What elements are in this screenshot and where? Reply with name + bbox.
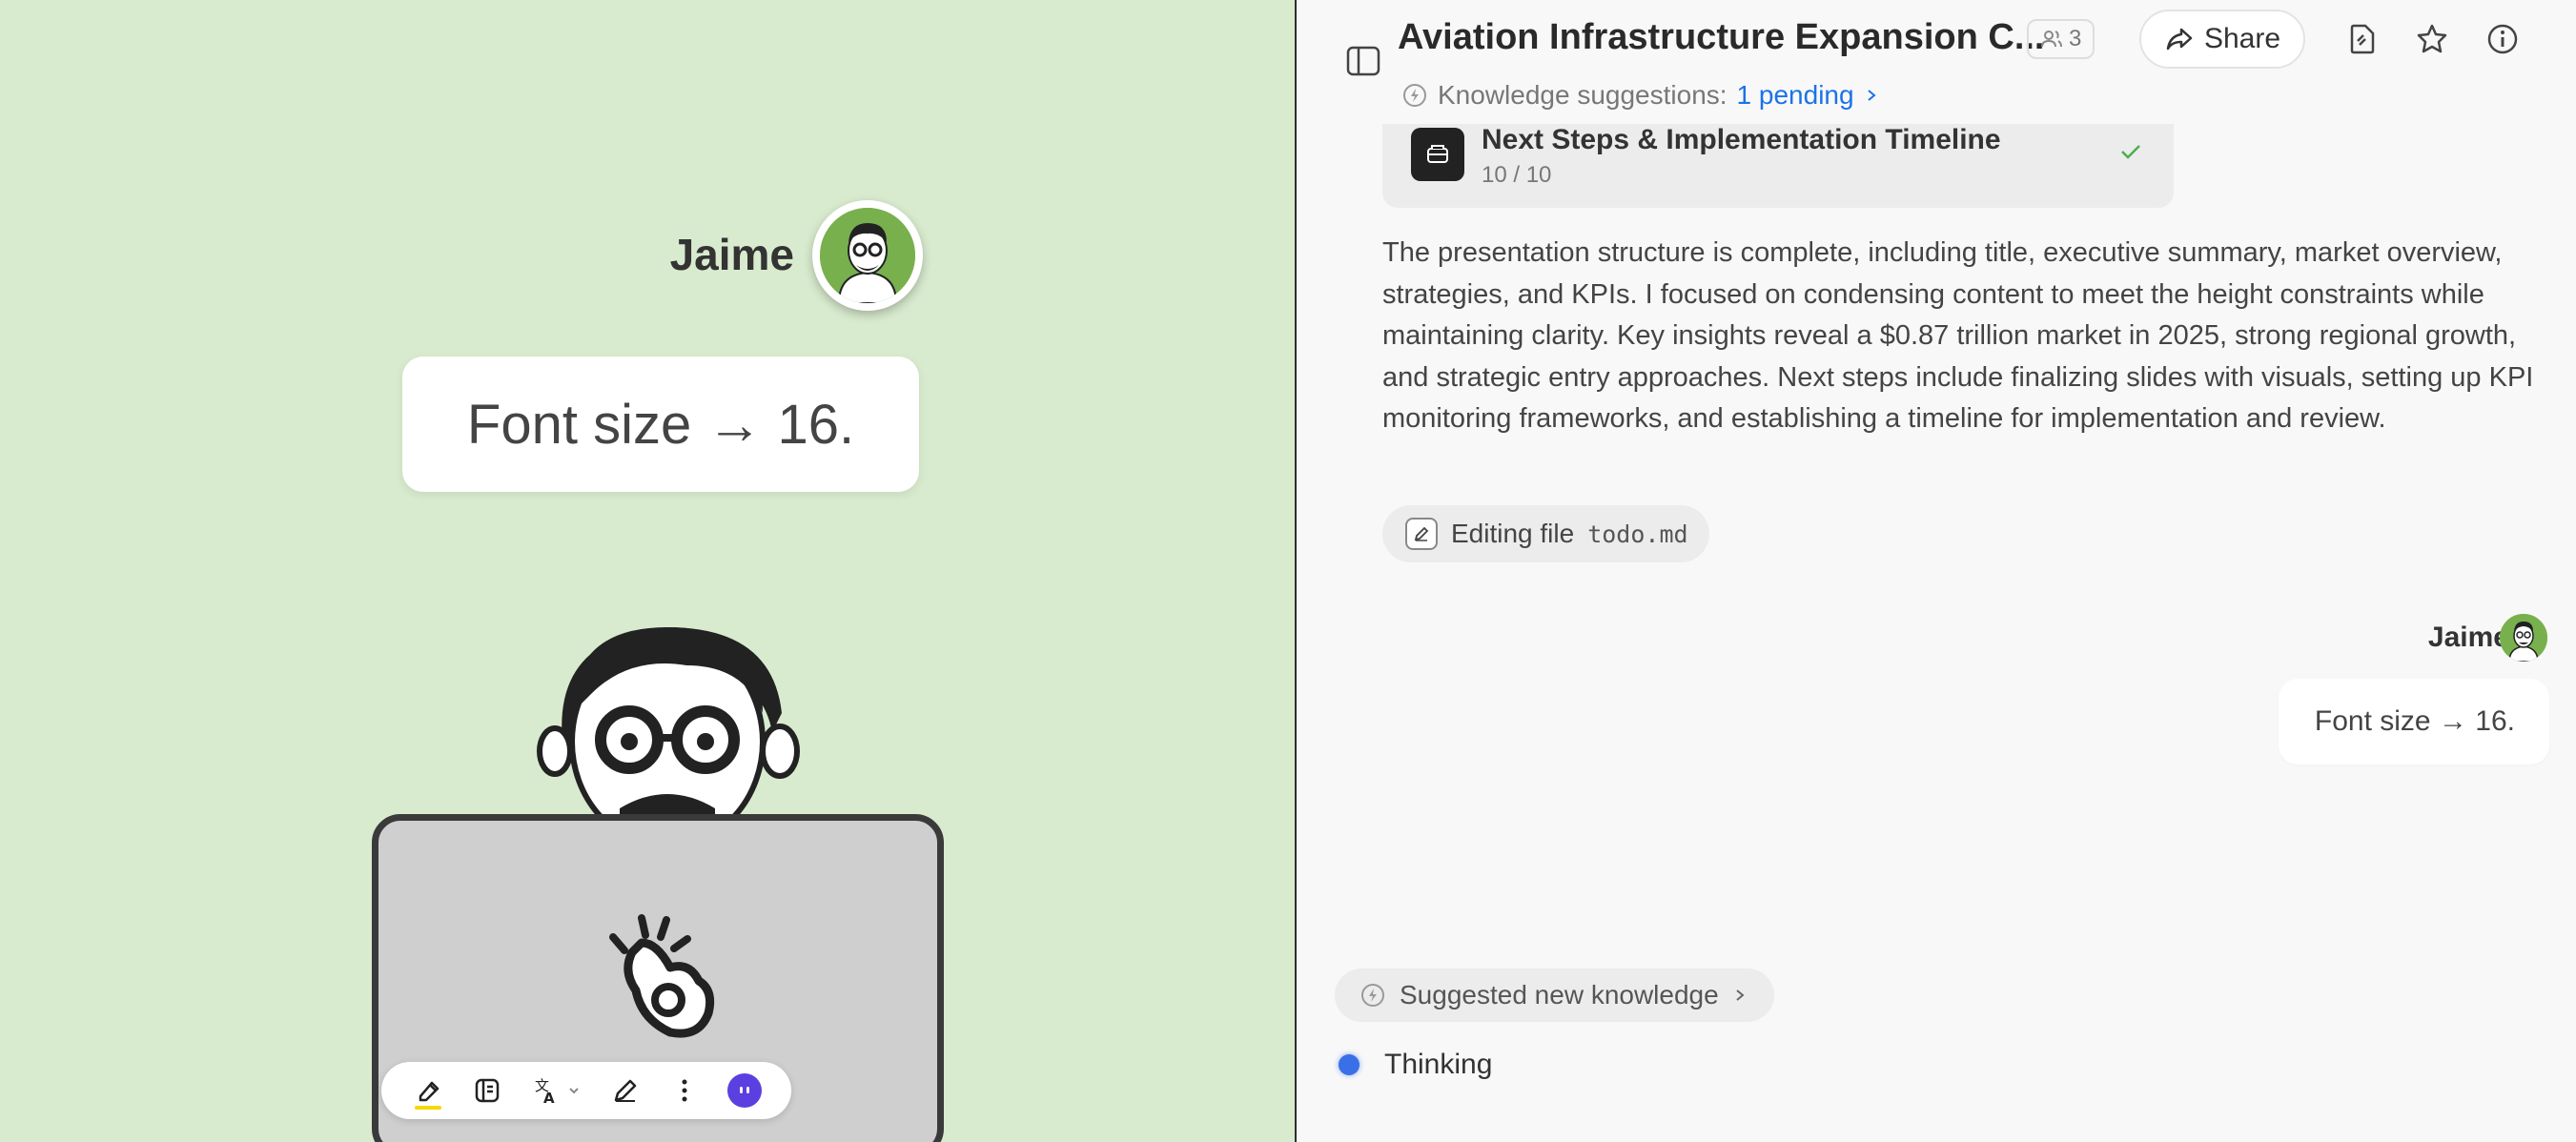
screen: Jaime Font size → 16. 文 A Aviation Infra… [0,0,2576,1142]
svg-text:A: A [543,1090,555,1106]
knowledge-pending-link[interactable]: 1 pending [1737,80,1854,111]
chat-panel: Aviation Infrastructure Expansion C... 3… [1297,0,2576,1142]
presenter-avatar [812,200,923,311]
page-title: Aviation Infrastructure Expansion C... [1398,17,2045,57]
presenter-name: Jaime [669,230,794,279]
chevron-right-icon [1736,989,1745,1001]
star-icon[interactable] [2412,19,2452,59]
share-button[interactable]: Share [2139,10,2305,69]
check-icon [2121,145,2140,159]
step-card[interactable]: Next Steps & Implementation Timeline 10 … [1382,124,2174,208]
folder-icon [1411,128,1464,181]
editing-file-label: Editing file [1451,519,1575,548]
share-label: Share [2203,23,2281,54]
chat-header: Aviation Infrastructure Expansion C... 3… [1297,0,2576,124]
thinking-status: Thinking [1339,1049,1492,1081]
suggested-knowledge-button[interactable]: Suggested new knowledge [1335,969,1774,1022]
video-panel: Jaime Font size → 16. 文 A [0,0,1295,1142]
users-icon [2041,31,2062,48]
editing-file-chip[interactable]: Editing file todo.md [1382,505,1709,562]
ai-assistant-icon[interactable] [724,1070,766,1111]
editing-file-name: todo.md [1587,520,1688,548]
hand-gesture-icon [609,914,715,1038]
suggested-knowledge-label: Suggested new knowledge [1400,980,1719,1009]
knowledge-suggestions[interactable]: Knowledge suggestions: 1 pending [1401,80,1879,111]
file-icon[interactable] [2341,19,2382,59]
knowledge-label: Knowledge suggestions: [1438,80,1728,110]
lightbulb-icon [1403,84,1426,107]
assistant-message: The presentation structure is complete, … [1382,237,2534,434]
user-message-bubble: Font size → 16. [2278,679,2549,765]
presenter-message-bubble: Font size → 16. [402,357,919,492]
panel-icon[interactable] [466,1070,508,1111]
highlighter-icon[interactable] [407,1070,449,1111]
step-progress: 10 / 10 [1482,162,1552,188]
edit-icon [1405,518,1438,550]
info-icon[interactable] [2483,19,2523,59]
floating-toolbar: 文A [381,1062,791,1119]
avatar [2500,614,2547,662]
collaborators-button[interactable]: 3 [2027,19,2096,59]
chevron-right-icon [1867,90,1876,101]
pen-icon[interactable] [604,1070,646,1111]
sidebar-toggle-icon[interactable] [1344,42,1382,80]
collaborators-count: 3 [2069,26,2082,51]
step-title: Next Steps & Implementation Timeline [1482,124,2001,155]
user-name: Jaime [2427,622,2509,653]
status-indicator [1339,1054,1360,1075]
translate-icon[interactable]: 文A [526,1070,587,1111]
share-icon [2166,28,2193,51]
presenter-illustration [537,627,800,827]
status-text: Thinking [1384,1049,1493,1080]
more-icon[interactable] [664,1070,705,1111]
lightbulb-icon [1361,984,1384,1007]
